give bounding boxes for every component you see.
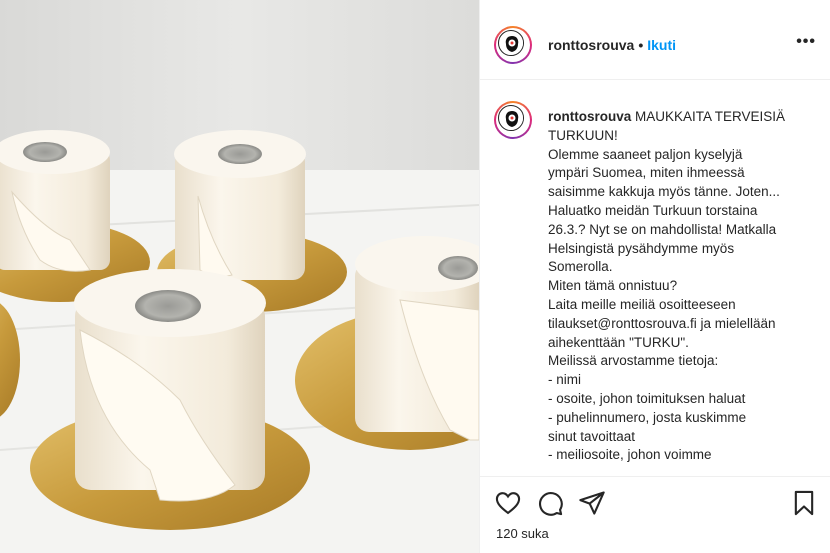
caption-line: - nimi <box>548 372 581 388</box>
caption-line: 26.3.? Nyt se on mahdollista! Matkalla <box>548 221 777 237</box>
caption-line: aihekenttään "TURKU". <box>548 334 689 350</box>
caption-line: Miten tämä onnistuu? <box>548 278 678 294</box>
action-bar <box>480 476 830 526</box>
caption-line: sinut tavoittaat <box>548 428 636 444</box>
caption-line: saisimme kakkuja myös tänne. Joten... <box>548 184 780 200</box>
caption-line: Olemme saaneet paljon kyselyjä <box>548 146 743 162</box>
caption-email-line: tilaukset@ronttosrouva.fi ja mielellään <box>548 315 776 331</box>
bookmark-icon[interactable] <box>790 489 818 517</box>
caption-line: ympäri Suomea, miten ihmeessä <box>548 165 745 181</box>
avatar[interactable] <box>494 26 532 64</box>
caption-heading: MAUKKAITA TERVEISIÄ <box>631 109 786 124</box>
caption-username-link[interactable]: ronttosrouva <box>548 109 631 124</box>
comment-icon[interactable] <box>536 489 564 517</box>
caption-text: ronttosrouva MAUKKAITA TERVEISIÄ TURKUUN… <box>548 108 823 465</box>
post-header: ronttosrouva • Ikuti ••• <box>480 0 830 80</box>
caption-line: Haluatko meidän Turkuun torstaina <box>548 202 758 218</box>
caption-area: ronttosrouva MAUKKAITA TERVEISIÄ TURKUUN… <box>480 81 830 471</box>
caption-line: Laita meille meiliä osoitteeseen <box>548 296 736 312</box>
caption-avatar[interactable] <box>494 101 532 139</box>
ronttosrouva-logo-icon <box>498 105 524 131</box>
share-icon[interactable] <box>578 489 606 517</box>
caption-line: - osoite, johon toimituksen haluat <box>548 390 746 406</box>
header-line: ronttosrouva • Ikuti <box>548 37 676 53</box>
instagram-post: ronttosrouva • Ikuti ••• ronttosrouva MAUK… <box>0 0 830 553</box>
caption-line: Somerolla. <box>548 259 613 275</box>
more-options-button[interactable]: ••• <box>796 33 816 51</box>
caption-line: Meilissä arvostamme tietoja: <box>548 353 719 369</box>
likes-count[interactable]: 120 suka <box>496 526 549 541</box>
follow-button[interactable]: Ikuti <box>647 37 676 53</box>
caption-line: - puhelinnumero, josta kuskimme <box>548 409 747 425</box>
toilet-paper-cakes-image <box>0 0 479 553</box>
username-link[interactable]: ronttosrouva <box>548 37 634 53</box>
post-sidebar: ronttosrouva • Ikuti ••• ronttosrouva MAUK… <box>480 0 830 553</box>
separator-dot: • <box>638 37 644 53</box>
caption-line: - meiliosoite, johon voimme <box>548 447 712 463</box>
caption-line: Helsingistä pysähdymme myös <box>548 240 735 256</box>
caption-line: TURKUUN! <box>548 127 618 143</box>
post-photo[interactable] <box>0 0 480 553</box>
ronttosrouva-logo-icon <box>498 30 524 56</box>
caption-first-line: ronttosrouva MAUKKAITA TERVEISIÄ <box>548 108 823 127</box>
heart-icon[interactable] <box>494 489 522 517</box>
